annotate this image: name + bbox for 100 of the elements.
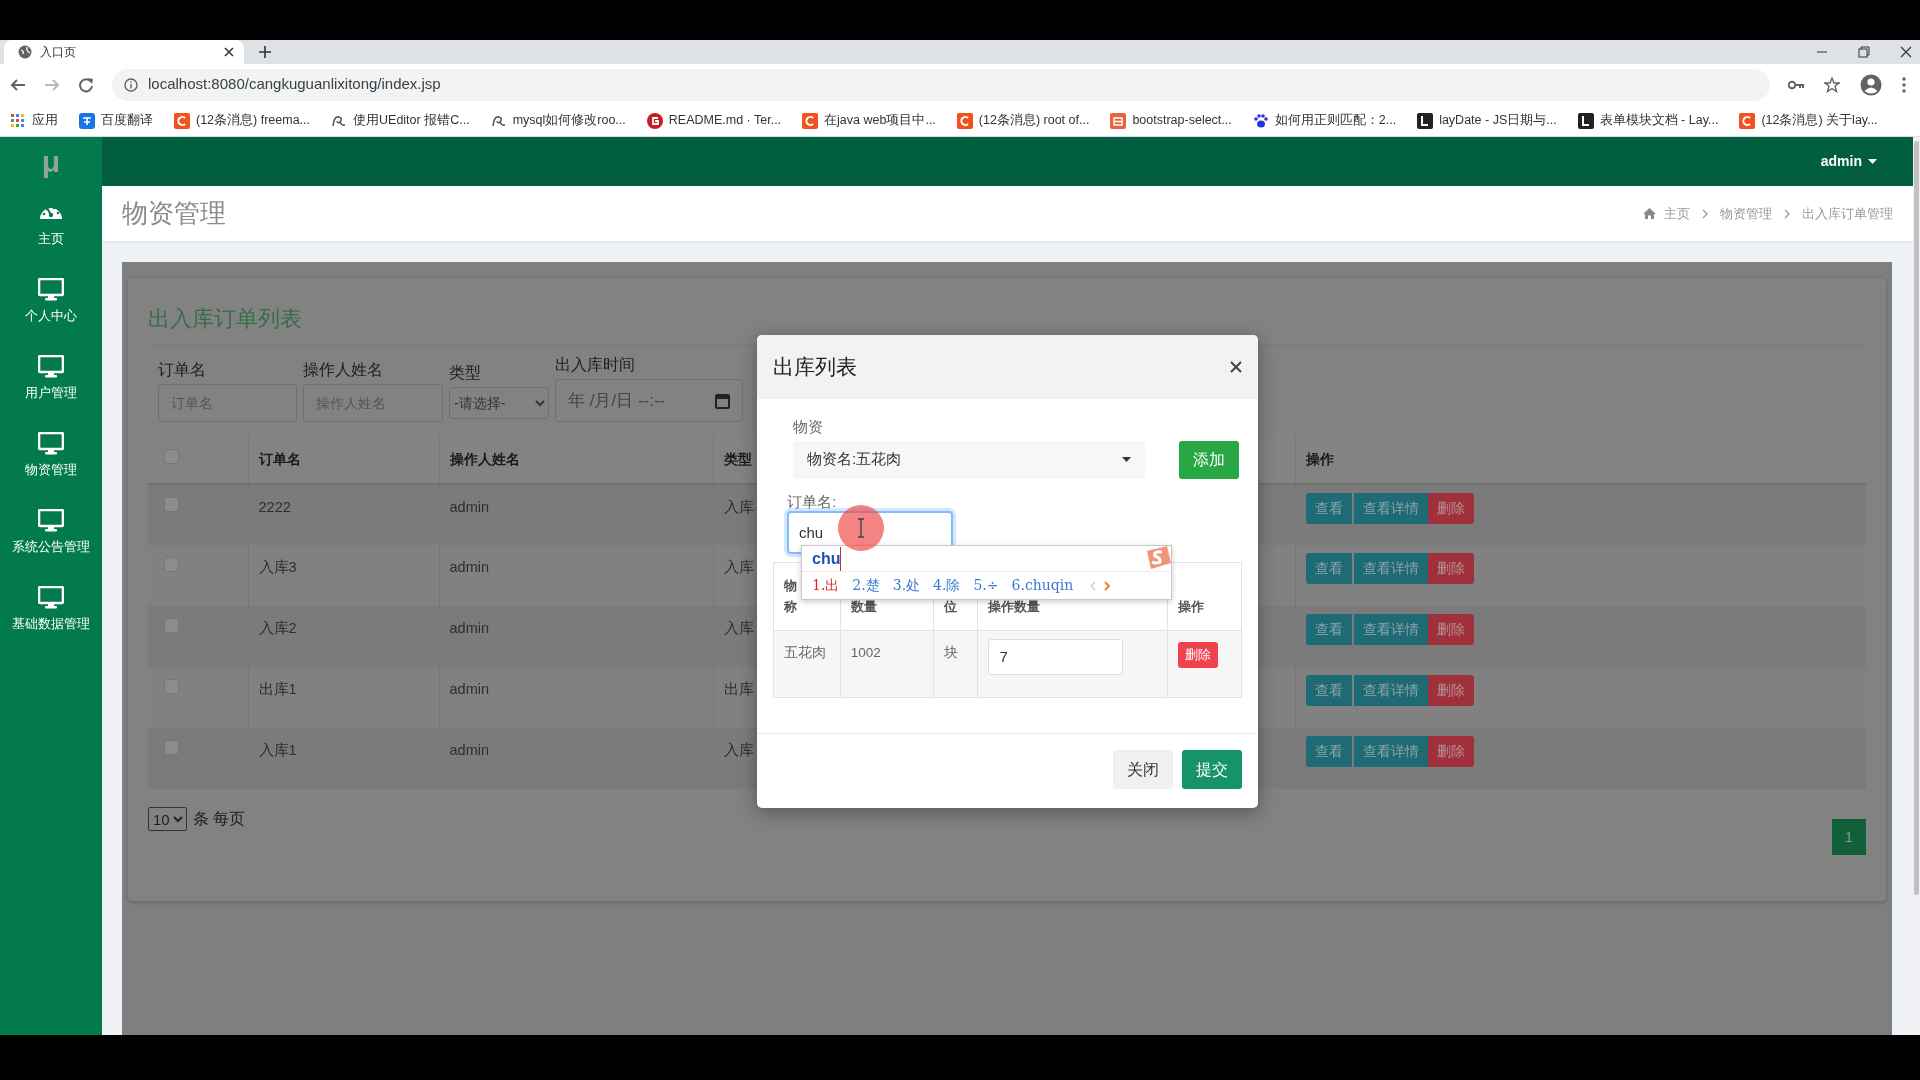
date-field[interactable]: 年 /月/日 --:-- [555, 379, 743, 422]
bookmark[interactable]: 百度翻译 [79, 111, 153, 130]
sidebar-item[interactable]: 主页 [0, 186, 102, 263]
sidebar-item[interactable]: 系统公告管理 [0, 494, 102, 571]
field-label: 操作人姓名 [303, 360, 384, 380]
restore-icon[interactable] [1858, 46, 1870, 58]
view-button[interactable]: 查看详情 [1353, 675, 1428, 706]
view-button[interactable]: 查看 [1305, 675, 1352, 706]
profile-icon[interactable] [1860, 73, 1882, 96]
bookmark-icon [174, 112, 190, 129]
plus-icon[interactable] [258, 45, 272, 59]
key-icon[interactable] [1788, 78, 1804, 91]
address-bar[interactable]: localhost:8080/cangkuguanlixitong/index.jsp [112, 68, 1770, 101]
page-title: 物资管理 [122, 197, 226, 230]
bookmark[interactable]: layDate - JS日期与... [1417, 111, 1557, 130]
breadcrumb-link[interactable]: 物资管理 [1720, 203, 1772, 224]
more-icon[interactable] [1902, 76, 1906, 93]
table-cell: 入库 [723, 620, 754, 636]
translate-icon [79, 112, 95, 129]
bookmark[interactable]: README.md · Ter... [646, 111, 782, 130]
material-select[interactable]: 物资名:五花肉 [793, 440, 1145, 479]
bookmark[interactable]: 如何用正则匹配：2... [1252, 111, 1397, 130]
bookmark-icon [956, 112, 973, 129]
monitor-icon [38, 277, 64, 301]
bookmark-icon [1110, 112, 1127, 129]
back-icon[interactable] [10, 76, 26, 93]
column-header: 称 [784, 595, 797, 617]
sidebar-item[interactable]: 物资管理 [0, 417, 102, 494]
bookmark[interactable]: 在java web项目中... [802, 111, 936, 130]
submit-button[interactable]: 提交 [1182, 750, 1242, 789]
view-button[interactable]: 查看详情 [1353, 736, 1428, 767]
candidate[interactable]: 5.÷ [973, 575, 999, 596]
table-cell: 入库 [723, 559, 754, 575]
page-button[interactable]: 1 [1832, 819, 1866, 855]
close-button[interactable]: 关闭 [1113, 750, 1173, 789]
candidate[interactable]: 4.除 [933, 575, 961, 596]
tab-title: 入口页 [40, 44, 77, 61]
table-cell: 入库 [723, 742, 754, 758]
view-button[interactable]: 查看 [1305, 493, 1352, 524]
bookmark[interactable]: 表单模块文档 - Lay... [1577, 111, 1719, 130]
browser-tab[interactable]: 入口页 [4, 40, 244, 64]
bookmark[interactable]: (12条消息) freema... [174, 111, 311, 130]
bookmark[interactable]: mysql如何修改roo... [490, 111, 626, 130]
column-header: 操作人姓名 [439, 435, 713, 484]
bookmark[interactable]: 应用 [10, 111, 58, 130]
sidebar-item[interactable]: 个人中心 [0, 263, 102, 340]
bookmark[interactable]: bootstrap-select... [1110, 111, 1232, 130]
bookmark[interactable]: (12条消息) root of... [956, 111, 1090, 130]
globe-icon [18, 45, 32, 59]
apps-icon [10, 112, 26, 129]
dialog-title: 出库列表 [773, 354, 857, 381]
reload-icon[interactable] [78, 76, 94, 93]
user-menu[interactable]: admin [1814, 150, 1883, 173]
field-label: 订单名: [786, 492, 838, 511]
view-button[interactable]: 查看 [1305, 553, 1352, 584]
scrollbar[interactable] [1913, 137, 1920, 1035]
delete-button[interactable]: 删除 [1427, 675, 1474, 706]
breadcrumb-link[interactable]: 主页 [1664, 203, 1690, 224]
monitor-icon [38, 431, 64, 455]
view-button[interactable]: 查看详情 [1353, 614, 1428, 645]
type-select[interactable]: -请选择- [449, 387, 549, 419]
star-icon[interactable] [1824, 76, 1840, 93]
column-header: 位 [944, 595, 958, 617]
quantity-field[interactable]: 7 [988, 638, 1124, 675]
view-button[interactable]: 查看 [1305, 736, 1352, 767]
close-icon[interactable] [1230, 361, 1242, 373]
candidate[interactable]: 1.出 [812, 575, 840, 596]
close-icon[interactable] [224, 47, 234, 57]
table-cell: admin [449, 742, 489, 758]
page-size-select[interactable]: 10 [148, 807, 187, 831]
candidate[interactable]: 2.楚 [852, 575, 880, 596]
view-button[interactable]: 查看详情 [1353, 493, 1428, 524]
view-button[interactable]: 查看详情 [1353, 553, 1428, 584]
table-cell: 入库1 [258, 742, 297, 758]
bookmark[interactable]: 使用UEditor 报错C... [331, 111, 470, 130]
bookmark-icon [646, 112, 663, 129]
chevron-right-icon[interactable] [1104, 580, 1111, 591]
candidate[interactable]: 3.处 [892, 575, 921, 596]
column-header: 操作 [1178, 595, 1205, 617]
candidate[interactable]: 6.chuqin [1011, 575, 1074, 596]
info-icon [124, 77, 138, 92]
add-button[interactable]: 添加 [1179, 440, 1239, 479]
sidebar-item[interactable]: 用户管理 [0, 340, 102, 417]
bookmark[interactable]: (12条消息) 关于lay... [1739, 111, 1878, 130]
bookmark-icon [1577, 112, 1594, 129]
table-cell: 入库 [723, 499, 754, 515]
close-icon[interactable] [1900, 46, 1912, 58]
text-cursor-icon [856, 518, 866, 538]
delete-button[interactable]: 删除 [1178, 641, 1219, 668]
bookmark-icon [1417, 112, 1434, 129]
sidebar-item[interactable]: 基础数据管理 [0, 571, 102, 648]
view-button[interactable]: 查看 [1305, 614, 1352, 645]
bookmark-icon [1739, 112, 1756, 129]
breadcrumb-current: 出入库订单管理 [1802, 204, 1893, 223]
delete-button[interactable]: 删除 [1427, 614, 1474, 645]
delete-button[interactable]: 删除 [1427, 553, 1474, 584]
home-icon [1643, 208, 1656, 219]
delete-button[interactable]: 删除 [1427, 493, 1474, 524]
delete-button[interactable]: 删除 [1427, 736, 1474, 767]
bookmark-icon [802, 112, 819, 129]
